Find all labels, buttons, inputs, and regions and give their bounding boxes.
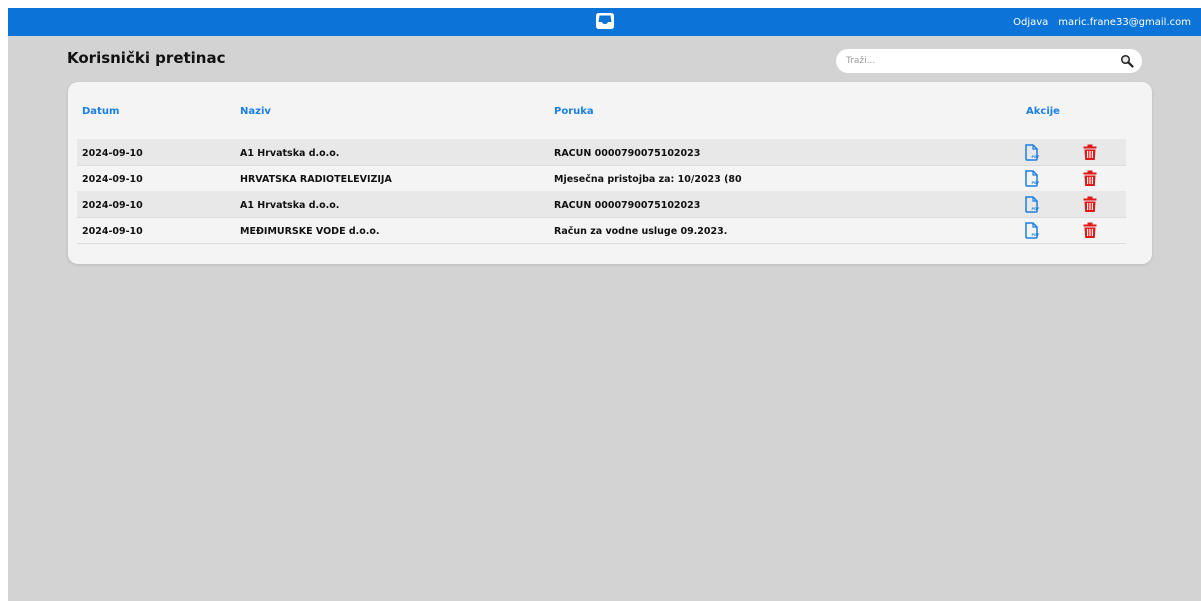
pdf-file-icon[interactable]: PDF — [1024, 170, 1040, 187]
pdf-file-icon[interactable]: PDF — [1024, 144, 1040, 161]
svg-text:PDF: PDF — [1032, 207, 1040, 211]
table-row[interactable]: 2024-09-10 A1 Hrvatska d.o.o. RACUN 0000… — [77, 191, 1126, 218]
row-message: Račun za vodne usluge 09.2023. — [554, 226, 728, 237]
row-date: 2024-09-10 — [82, 200, 143, 211]
row-name: A1 Hrvatska d.o.o. — [240, 200, 340, 211]
app-frame: Odjava maric.frane33@gmail.com Korisničk… — [8, 8, 1201, 601]
inbox-tray-icon[interactable] — [595, 12, 615, 30]
svg-text:PDF: PDF — [1032, 181, 1040, 185]
row-message: RACUN 0000790075102023 — [554, 148, 701, 159]
user-email-link[interactable]: maric.frane33@gmail.com — [1058, 17, 1191, 28]
row-message: RACUN 0000790075102023 — [554, 200, 701, 211]
pdf-file-icon[interactable]: PDF — [1024, 222, 1040, 239]
row-name: HRVATSKA RADIOTELEVIZIJA — [240, 174, 392, 185]
magnifier-icon[interactable] — [1120, 54, 1134, 68]
logout-link[interactable]: Odjava — [1013, 17, 1048, 28]
inbox-card: Datum Naziv Poruka Akcije 2024-09-10 A1 … — [68, 82, 1152, 264]
header-date[interactable]: Datum — [82, 106, 119, 117]
trash-icon[interactable] — [1082, 196, 1098, 213]
search-input[interactable] — [846, 53, 1106, 69]
top-bar: Odjava maric.frane33@gmail.com — [8, 8, 1201, 36]
row-name: A1 Hrvatska d.o.o. — [240, 148, 340, 159]
top-nav: Odjava maric.frane33@gmail.com — [1013, 8, 1191, 36]
table-row[interactable]: 2024-09-10 MEĐIMURSKE VODE d.o.o. Račun … — [77, 217, 1126, 244]
row-message: Mjesečna pristojba za: 10/2023 (80 — [554, 174, 742, 185]
table-row[interactable]: 2024-09-10 HRVATSKA RADIOTELEVIZIJA Mjes… — [77, 165, 1126, 192]
row-date: 2024-09-10 — [82, 226, 143, 237]
row-date: 2024-09-10 — [82, 148, 143, 159]
row-name: MEĐIMURSKE VODE d.o.o. — [240, 226, 380, 237]
pdf-file-icon[interactable]: PDF — [1024, 196, 1040, 213]
trash-icon[interactable] — [1082, 222, 1098, 239]
search-box — [836, 49, 1142, 73]
table-row[interactable]: 2024-09-10 A1 Hrvatska d.o.o. RACUN 0000… — [77, 139, 1126, 166]
header-name[interactable]: Naziv — [240, 106, 271, 117]
svg-text:PDF: PDF — [1032, 155, 1040, 159]
page-title: Korisnički pretinac — [67, 49, 226, 67]
svg-text:PDF: PDF — [1032, 233, 1040, 237]
header-message[interactable]: Poruka — [554, 106, 594, 117]
trash-icon[interactable] — [1082, 170, 1098, 187]
row-date: 2024-09-10 — [82, 174, 143, 185]
header-actions: Akcije — [1026, 106, 1060, 117]
trash-icon[interactable] — [1082, 144, 1098, 161]
